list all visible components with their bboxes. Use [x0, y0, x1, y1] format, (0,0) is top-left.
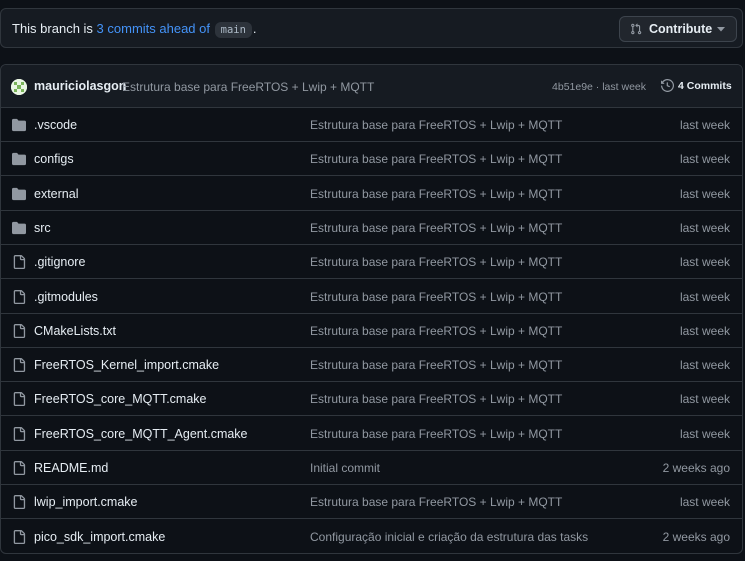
file-commit-date: last week: [679, 358, 730, 373]
file-commit-date: last week: [679, 152, 730, 167]
file-name-link[interactable]: .gitmodules: [34, 290, 98, 304]
contribute-button[interactable]: Contribute: [619, 16, 737, 42]
file-name-link[interactable]: FreeRTOS_Kernel_import.cmake: [34, 358, 219, 372]
branch-status-prefix: This branch is: [12, 21, 97, 36]
branch-status-banner: This branch is 3 commits ahead of main. …: [0, 8, 743, 48]
file-row[interactable]: .vscode Estrutura base para FreeRTOS + Lw…: [1, 108, 742, 142]
file-row[interactable]: .gitmodules Estrutura base para FreeRTOS …: [1, 280, 742, 314]
file-row[interactable]: configs Estrutura base para FreeRTOS + Lw…: [1, 142, 742, 177]
file-name-link[interactable]: external: [34, 187, 78, 201]
file-icon: [12, 255, 26, 270]
commits-history-link[interactable]: 4 Commits: [661, 79, 732, 92]
file-commit-date: last week: [679, 426, 730, 441]
file-commit-message[interactable]: Estrutura base para FreeRTOS + Lwip + MQ…: [310, 221, 562, 235]
file-commit-message[interactable]: Estrutura base para FreeRTOS + Lwip + MQ…: [310, 290, 562, 304]
file-name-link[interactable]: README.md: [34, 461, 108, 475]
folder-icon: [12, 221, 26, 235]
file-icon: [12, 392, 26, 407]
latest-commit-message[interactable]: Estrutura base para FreeRTOS + Lwip + MQ…: [122, 80, 374, 94]
file-icon: [12, 358, 26, 373]
branch-status-text: This branch is 3 commits ahead of main.: [12, 21, 257, 38]
file-commit-message[interactable]: Configuração inicial e criação da estrut…: [310, 530, 588, 544]
file-commit-message[interactable]: Estrutura base para FreeRTOS + Lwip + MQ…: [310, 255, 562, 269]
file-icon: [12, 289, 26, 304]
file-name-link[interactable]: configs: [34, 152, 74, 166]
file-commit-date: last week: [679, 495, 730, 510]
file-row[interactable]: .gitignore Estrutura base para FreeRTOS +…: [1, 245, 742, 280]
file-row[interactable]: pico_sdk_import.cmake Configuração inicia…: [1, 520, 742, 553]
file-row[interactable]: external Estrutura base para FreeRTOS + L…: [1, 177, 742, 211]
commits-ahead-link[interactable]: 3 commits ahead of: [97, 21, 210, 36]
folder-icon: [12, 152, 26, 166]
commit-author[interactable]: mauriciolasgon: [34, 79, 126, 93]
file-commit-date: last week: [679, 186, 730, 201]
file-browser: mauriciolasgon Estrutura base para FreeR…: [0, 64, 743, 554]
file-name-link[interactable]: CMakeLists.txt: [34, 324, 116, 338]
file-name-link[interactable]: .gitignore: [34, 255, 85, 269]
file-commit-message[interactable]: Estrutura base para FreeRTOS + Lwip + MQ…: [310, 152, 562, 166]
branch-status-suffix: .: [252, 21, 257, 36]
latest-commit-bar: mauriciolasgon Estrutura base para FreeR…: [1, 65, 742, 108]
folder-icon: [12, 118, 26, 132]
pull-request-icon: [630, 23, 642, 35]
file-commit-message[interactable]: Estrutura base para FreeRTOS + Lwip + MQ…: [310, 118, 562, 132]
base-branch-label[interactable]: main: [214, 22, 252, 38]
file-row[interactable]: FreeRTOS_core_MQTT_Agent.cmake Estrutura …: [1, 417, 742, 451]
file-row[interactable]: CMakeLists.txt Estrutura base para FreeRT…: [1, 314, 742, 348]
file-name-link[interactable]: src: [34, 221, 51, 235]
file-row[interactable]: FreeRTOS_Kernel_import.cmake Estrutura ba…: [1, 348, 742, 383]
file-commit-message[interactable]: Estrutura base para FreeRTOS + Lwip + MQ…: [310, 495, 562, 509]
file-name-link[interactable]: FreeRTOS_core_MQTT_Agent.cmake: [34, 427, 248, 441]
file-commit-message[interactable]: Estrutura base para FreeRTOS + Lwip + MQ…: [310, 427, 562, 441]
folder-icon: [12, 187, 26, 201]
file-commit-date: 2 weeks ago: [662, 529, 730, 544]
file-icon: [12, 426, 26, 441]
file-commit-message[interactable]: Estrutura base para FreeRTOS + Lwip + MQ…: [310, 324, 562, 338]
file-row[interactable]: README.md Initial commit 2 weeks ago: [1, 451, 742, 485]
file-commit-date: last week: [679, 255, 730, 270]
file-commit-message[interactable]: Estrutura base para FreeRTOS + Lwip + MQ…: [310, 358, 562, 372]
file-commit-date: last week: [679, 118, 730, 132]
commit-hash-time[interactable]: 4b51e9e · last week: [552, 81, 646, 93]
chevron-down-icon: [717, 26, 725, 32]
file-commit-date: last week: [679, 220, 730, 235]
file-name-link[interactable]: pico_sdk_import.cmake: [34, 530, 165, 544]
file-commit-message[interactable]: Estrutura base para FreeRTOS + Lwip + MQ…: [310, 187, 562, 201]
file-commit-date: 2 weeks ago: [662, 461, 730, 475]
file-icon: [12, 495, 26, 510]
commits-count-label: 4 Commits: [678, 79, 732, 92]
file-commit-date: last week: [679, 392, 730, 407]
file-icon: [12, 529, 26, 544]
file-commit-message[interactable]: Estrutura base para FreeRTOS + Lwip + MQ…: [310, 392, 562, 406]
history-icon: [661, 79, 674, 92]
file-row[interactable]: src Estrutura base para FreeRTOS + Lwip +…: [1, 211, 742, 245]
file-name-link[interactable]: lwip_import.cmake: [34, 495, 138, 509]
file-name-link[interactable]: FreeRTOS_core_MQTT.cmake: [34, 392, 207, 406]
file-name-link[interactable]: .vscode: [34, 118, 77, 132]
file-row[interactable]: FreeRTOS_core_MQTT.cmake Estrutura base p…: [1, 382, 742, 417]
avatar[interactable]: [11, 79, 27, 95]
contribute-label: Contribute: [649, 22, 713, 36]
file-icon: [12, 323, 26, 338]
file-commit-message[interactable]: Initial commit: [310, 461, 380, 475]
file-icon: [12, 461, 26, 475]
file-row[interactable]: lwip_import.cmake Estrutura base para Fre…: [1, 485, 742, 520]
file-commit-date: last week: [679, 323, 730, 338]
file-commit-date: last week: [679, 289, 730, 304]
